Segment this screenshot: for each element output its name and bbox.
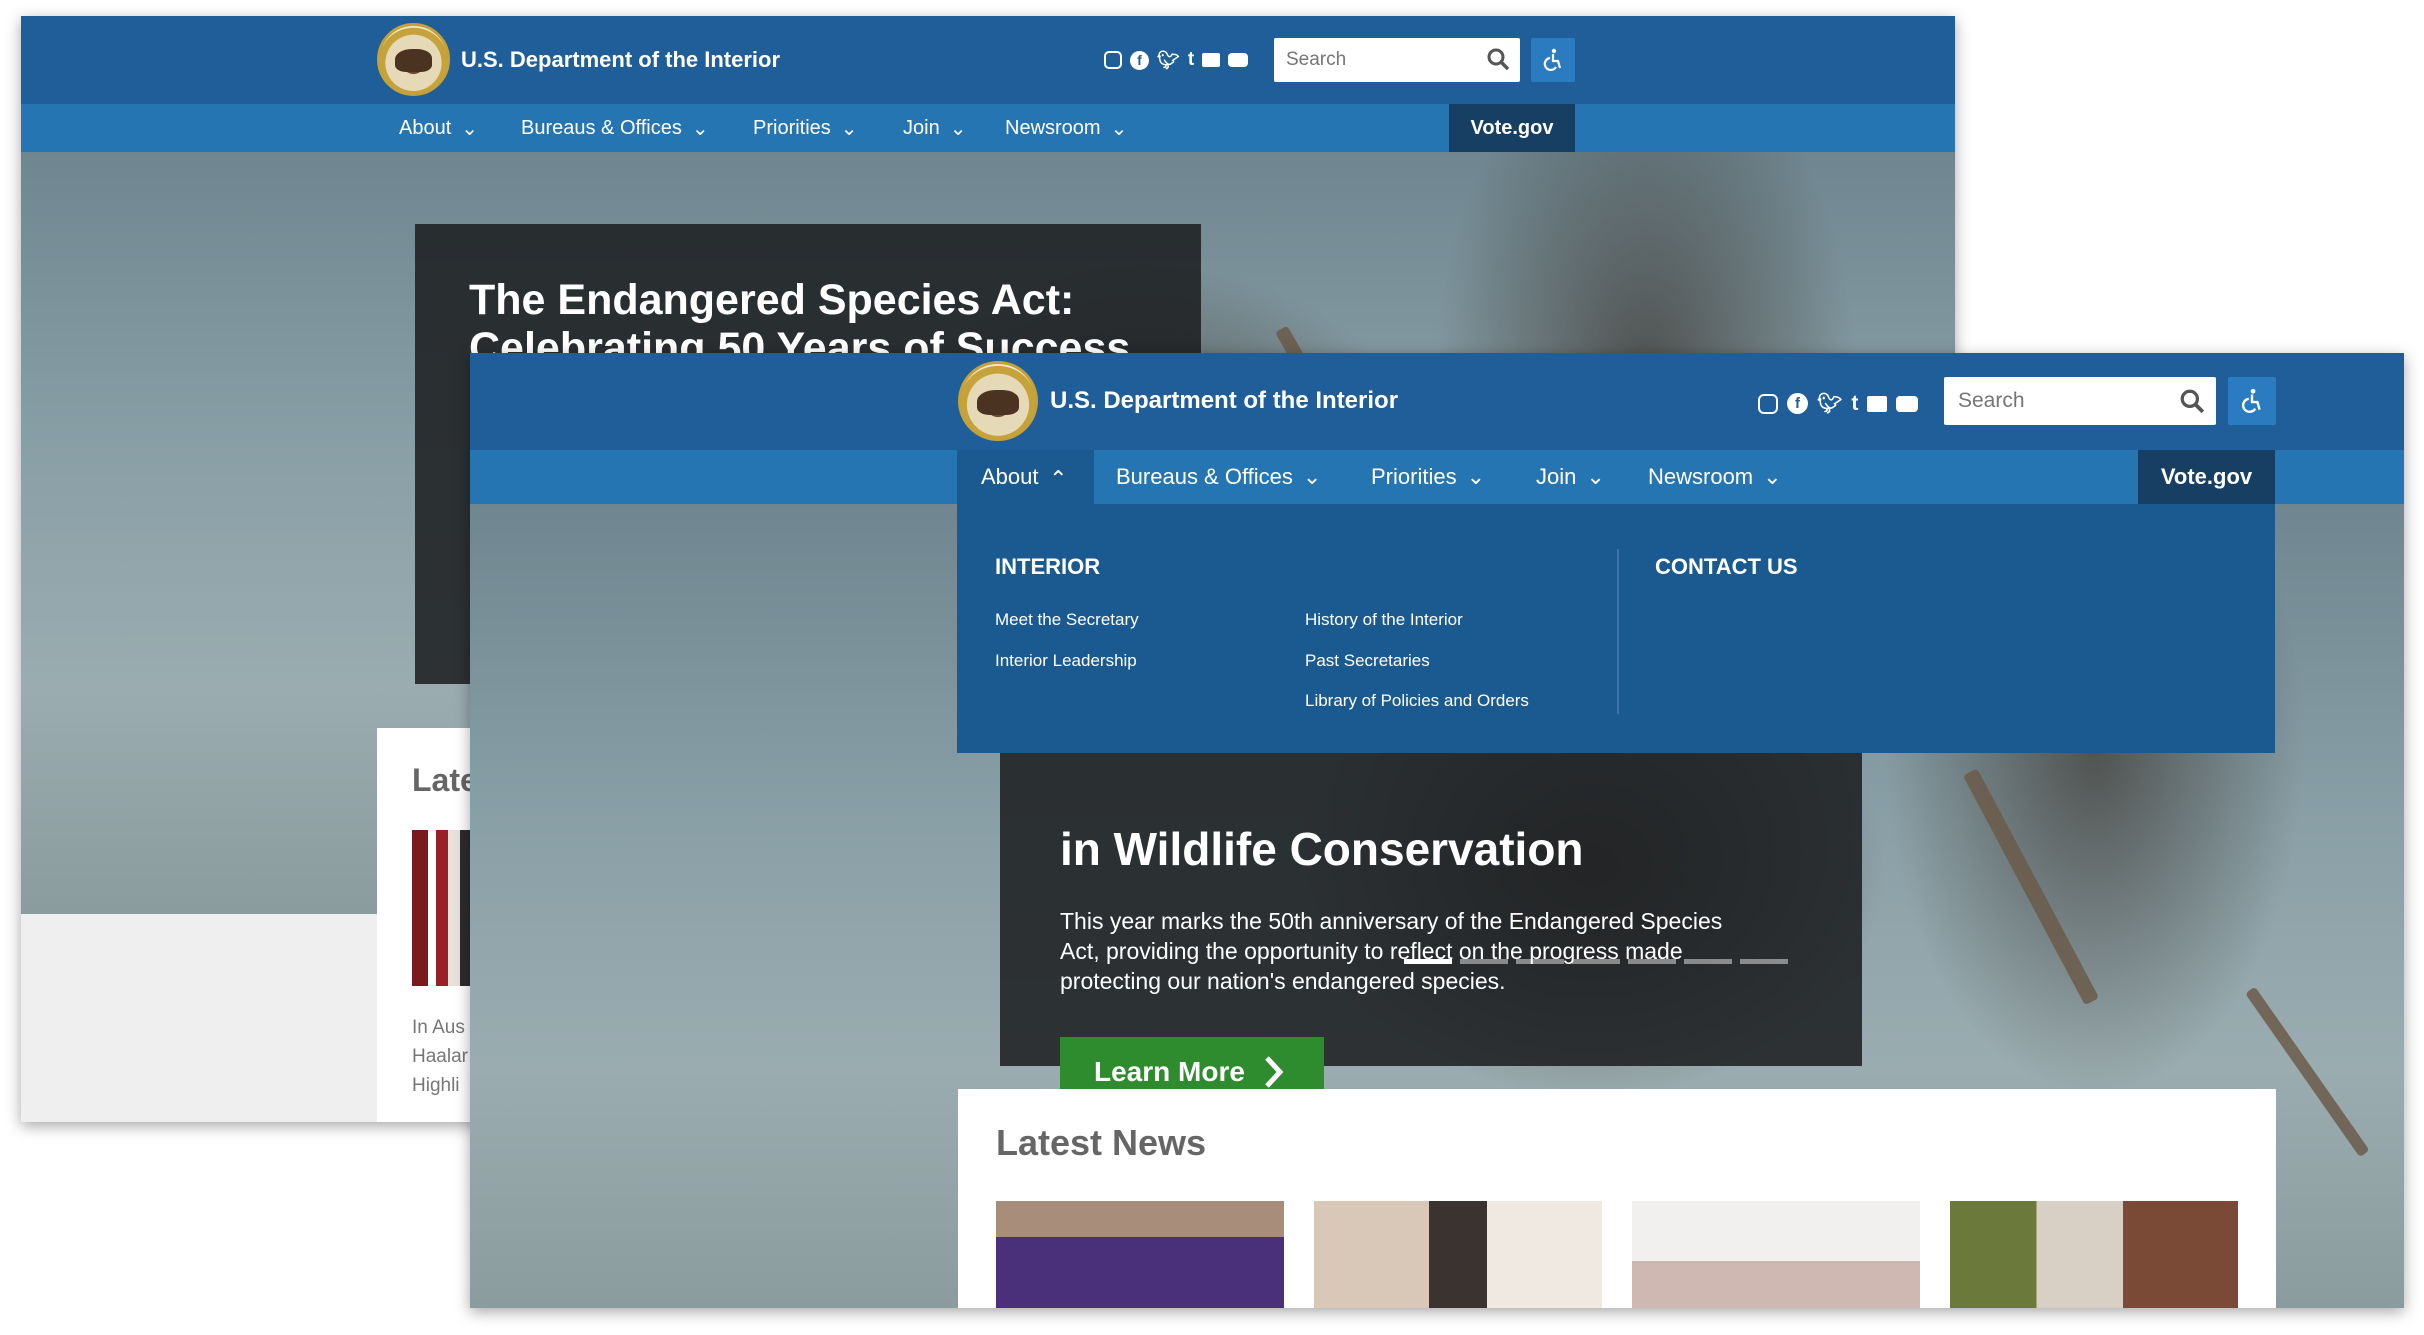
instagram-icon[interactable]	[1104, 51, 1122, 69]
nav-bureaus[interactable]: Bureaus & Offices ⌄	[521, 104, 709, 152]
news-thumbnail[interactable]	[1314, 1201, 1602, 1308]
facebook-icon[interactable]: f	[1787, 393, 1808, 414]
chevron-down-icon: ⌄	[691, 117, 709, 140]
doi-seal-icon	[958, 361, 1038, 441]
carousel-dot[interactable]	[1740, 959, 1788, 964]
chevron-up-icon: ⌄	[1048, 465, 1067, 490]
link-meet-the-secretary[interactable]: Meet the Secretary	[995, 610, 1139, 630]
site-logo[interactable]: U.S. Department of the Interior	[377, 23, 780, 96]
social-links: f 🐦︎ t	[1758, 391, 1919, 416]
site-header: U.S. Department of the Interior f 🐦︎ t	[21, 16, 1955, 104]
dropdown-section-interior: INTERIOR	[995, 554, 1101, 579]
chevron-down-icon: ⌄	[949, 117, 967, 140]
nav-join[interactable]: Join ⌄	[1536, 450, 1605, 504]
latest-news-title: Late	[412, 762, 478, 798]
chevron-right-icon	[1265, 1055, 1284, 1088]
accessibility-button[interactable]	[1531, 38, 1575, 82]
news-thumbnail[interactable]	[996, 1201, 1284, 1308]
search-icon[interactable]	[2179, 388, 2205, 414]
chevron-down-icon: ⌄	[840, 117, 858, 140]
link-library-of-policies-and-orders[interactable]: Library of Policies and Orders	[1305, 691, 1529, 711]
latest-news-card: Latest News	[958, 1089, 2276, 1308]
chevron-down-icon: ⌄	[1586, 464, 1605, 489]
accessibility-button[interactable]	[2228, 377, 2276, 425]
dropdown-divider	[1617, 549, 1619, 714]
facebook-icon[interactable]: f	[1130, 50, 1149, 70]
carousel-indicators	[1404, 959, 1788, 964]
accessibility-icon	[1543, 48, 1562, 72]
main-nav: About ⌄ Bureaus & Offices ⌄ Priorities ⌄ Jo…	[470, 450, 2404, 504]
doi-seal-icon	[377, 23, 450, 96]
news-thumbnail[interactable]	[1950, 1201, 2238, 1308]
hero-title: The Endangered Species Act: Celebrating 5…	[469, 276, 1131, 373]
nav-join[interactable]: Join ⌄	[903, 104, 966, 152]
search-field	[1274, 38, 1520, 82]
chevron-down-icon: ⌄	[1466, 464, 1486, 489]
nav-priorities[interactable]: Priorities ⌄	[1371, 450, 1485, 504]
hero-title: in Wildlife Conservation	[1060, 823, 1584, 875]
carousel-dot[interactable]	[1404, 959, 1452, 964]
youtube-icon[interactable]	[1896, 395, 1919, 412]
news-excerpt: In Aus Haalar Highli	[412, 1017, 468, 1096]
nav-priorities[interactable]: Priorities ⌄	[753, 104, 858, 152]
tumblr-icon[interactable]: t	[1851, 392, 1858, 416]
dropdown-section-contact-us[interactable]: CONTACT US	[1655, 554, 1798, 580]
nav-newsroom[interactable]: Newsroom ⌄	[1648, 450, 1782, 504]
social-links: f 🐦︎ t	[1104, 49, 1249, 71]
search-input[interactable]	[1944, 388, 2216, 414]
nav-bureaus[interactable]: Bureaus & Offices ⌄	[1116, 450, 1321, 504]
site-logo[interactable]: U.S. Department of the Interior	[958, 361, 1398, 441]
site-header: U.S. Department of the Interior f 🐦︎ t	[470, 353, 2404, 450]
nav-newsroom[interactable]: Newsroom ⌄	[1005, 104, 1127, 152]
chevron-down-icon: ⌄	[1763, 464, 1782, 489]
nav-about[interactable]: About ⌄	[957, 450, 1094, 504]
link-past-secretaries[interactable]: Past Secretaries	[1305, 651, 1430, 671]
search-icon[interactable]	[1486, 47, 1510, 71]
flickr-icon[interactable]	[1202, 53, 1221, 67]
twitter-icon[interactable]: 🐦︎	[1157, 50, 1180, 71]
chevron-down-icon: ⌄	[1302, 464, 1322, 489]
latest-news-title: Latest News	[996, 1122, 1207, 1163]
link-history-of-the-interior[interactable]: History of the Interior	[1305, 610, 1463, 630]
search-field	[1944, 377, 2216, 425]
twitter-icon[interactable]: 🐦︎	[1817, 391, 1842, 416]
carousel-dot[interactable]	[1516, 959, 1564, 964]
chevron-down-icon: ⌄	[1110, 117, 1128, 140]
chevron-down-icon: ⌄	[461, 117, 479, 140]
youtube-icon[interactable]	[1228, 53, 1249, 67]
site-name: U.S. Department of the Interior	[1050, 387, 1399, 414]
about-dropdown-menu: INTERIOR Meet the Secretary Interior Lea…	[957, 504, 2275, 753]
instagram-icon[interactable]	[1758, 393, 1778, 414]
carousel-dot[interactable]	[1572, 959, 1620, 964]
foreground-browser-window: U.S. Department of the Interior f 🐦︎ t A…	[470, 353, 2404, 1308]
site-name: U.S. Department of the Interior	[461, 46, 781, 72]
news-thumbnail[interactable]	[1632, 1201, 1920, 1308]
nav-about[interactable]: About ⌄	[399, 104, 478, 152]
flickr-icon[interactable]	[1867, 395, 1888, 412]
tumblr-icon[interactable]: t	[1188, 49, 1194, 71]
hero-description: This year marks the 50th anniversary of …	[1060, 908, 1723, 994]
search-input[interactable]	[1274, 48, 1520, 72]
vote-gov-link[interactable]: Vote.gov	[2138, 450, 2275, 504]
main-nav: About ⌄ Bureaus & Offices ⌄ Priorities ⌄ Jo…	[21, 104, 1955, 152]
carousel-dot[interactable]	[1628, 959, 1676, 964]
accessibility-icon	[2242, 388, 2261, 413]
link-interior-leadership[interactable]: Interior Leadership	[995, 651, 1137, 671]
carousel-dot[interactable]	[1460, 959, 1508, 964]
carousel-dot[interactable]	[1684, 959, 1732, 964]
vote-gov-link[interactable]: Vote.gov	[1449, 104, 1575, 152]
